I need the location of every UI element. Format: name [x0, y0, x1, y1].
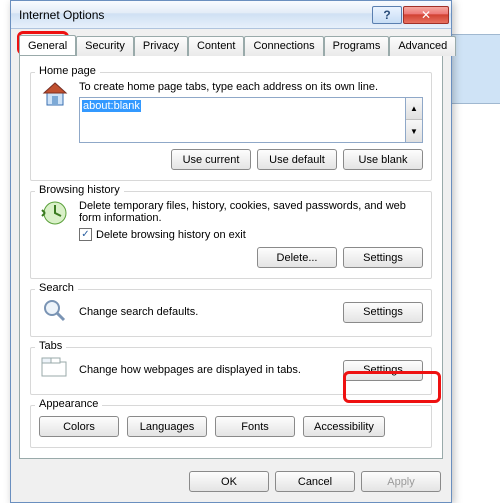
tab-programs[interactable]: Programs [324, 36, 390, 56]
cancel-button[interactable]: Cancel [275, 471, 355, 492]
tab-advanced[interactable]: Advanced [389, 36, 456, 56]
tab-panel-general: Home page To create home page tabs, type… [19, 55, 443, 459]
internet-options-dialog: Internet Options ? ✕ General Security Pr… [10, 0, 452, 503]
spin-up-icon[interactable]: ▲ [406, 98, 422, 120]
fonts-button[interactable]: Fonts [215, 416, 295, 437]
group-browsing-history: Browsing history Delete temporary files,… [30, 191, 432, 279]
group-appearance-legend: Appearance [35, 398, 102, 410]
colors-button[interactable]: Colors [39, 416, 119, 437]
use-default-button[interactable]: Use default [257, 149, 337, 170]
home-page-spin[interactable]: ▲ ▼ [406, 97, 423, 143]
tabs-icon [39, 356, 71, 384]
spin-down-icon[interactable]: ▼ [406, 120, 422, 142]
group-tabs-legend: Tabs [35, 340, 66, 352]
search-settings-button[interactable]: Settings [343, 302, 423, 323]
browsing-history-desc: Delete temporary files, history, cookies… [79, 200, 423, 224]
delete-history-button[interactable]: Delete... [257, 247, 337, 268]
apply-button[interactable]: Apply [361, 471, 441, 492]
group-search-legend: Search [35, 282, 78, 294]
use-current-button[interactable]: Use current [171, 149, 251, 170]
tab-bar: General Security Privacy Content Connect… [11, 29, 451, 55]
tabs-desc: Change how webpages are displayed in tab… [79, 364, 335, 376]
titlebar: Internet Options ? ✕ [11, 1, 451, 29]
languages-button[interactable]: Languages [127, 416, 207, 437]
dialog-footer: OK Cancel Apply [11, 465, 451, 502]
group-tabs: Tabs Change how webpages are displayed i… [30, 347, 432, 395]
tab-privacy[interactable]: Privacy [134, 36, 188, 56]
use-blank-button[interactable]: Use blank [343, 149, 423, 170]
history-settings-button[interactable]: Settings [343, 247, 423, 268]
search-desc: Change search defaults. [79, 306, 335, 318]
close-button[interactable]: ✕ [403, 6, 449, 24]
tab-security[interactable]: Security [76, 36, 134, 56]
tabs-settings-button[interactable]: Settings [343, 360, 423, 381]
tab-general[interactable]: General [19, 35, 76, 55]
background-toolbar-area [452, 34, 500, 104]
tab-connections[interactable]: Connections [244, 36, 323, 56]
group-browsing-history-legend: Browsing history [35, 184, 124, 196]
group-home-page: Home page To create home page tabs, type… [30, 72, 432, 181]
group-search: Search Change search defaults. Settings [30, 289, 432, 337]
search-icon [39, 298, 71, 326]
group-appearance: Appearance Colors Languages Fonts Access… [30, 405, 432, 448]
window-title: Internet Options [19, 8, 371, 22]
ok-button[interactable]: OK [189, 471, 269, 492]
tab-content[interactable]: Content [188, 36, 245, 56]
accessibility-button[interactable]: Accessibility [303, 416, 385, 437]
group-home-page-legend: Home page [35, 65, 100, 77]
help-button[interactable]: ? [372, 6, 402, 24]
home-icon [39, 81, 71, 109]
delete-on-exit-label: Delete browsing history on exit [96, 229, 246, 241]
history-icon [39, 200, 71, 228]
home-page-desc: To create home page tabs, type each addr… [79, 81, 423, 93]
delete-on-exit-checkbox[interactable]: ✓ [79, 228, 92, 241]
home-page-address-value: about:blank [82, 100, 141, 112]
titlebar-buttons: ? ✕ [371, 6, 449, 24]
home-page-address-input[interactable]: about:blank [79, 97, 406, 143]
